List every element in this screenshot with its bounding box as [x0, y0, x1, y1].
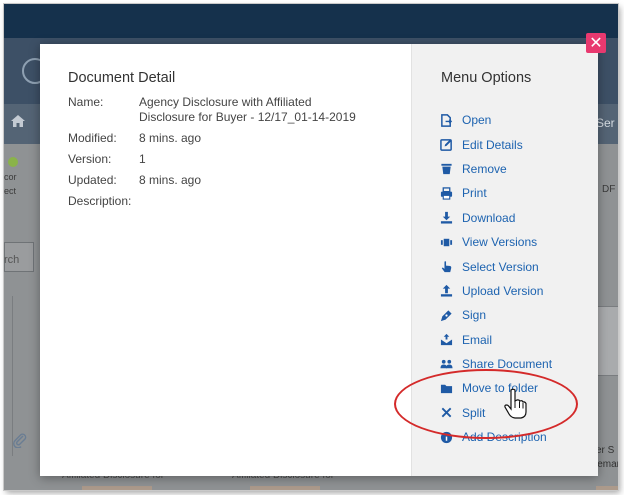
status-dot-icon	[8, 157, 18, 167]
detail-label: Modified:	[68, 131, 117, 145]
menu-item-label: Select Version	[462, 259, 539, 274]
document-detail-title: Document Detail	[68, 70, 176, 86]
detail-value: Agency Disclosure with Affiliated Disclo…	[139, 95, 356, 124]
menu-item-sign[interactable]: Sign	[439, 303, 552, 327]
upload-icon	[439, 284, 453, 298]
menu-item-label: Print	[462, 186, 487, 201]
pen-icon	[439, 308, 453, 322]
menu-item-label: Edit Details	[462, 137, 523, 152]
menu-item-label: Download	[462, 210, 516, 225]
detail-label: Description:	[68, 194, 132, 208]
menu-item-remove[interactable]: Remove	[439, 157, 552, 181]
nav-partial-text: Ser	[596, 116, 615, 130]
home-icon	[10, 114, 26, 133]
detail-label: Updated:	[68, 173, 117, 187]
menu-item-select-version[interactable]: Select Version	[439, 254, 552, 278]
menu-item-print[interactable]: Print	[439, 181, 552, 205]
versions-icon	[439, 235, 453, 249]
open-icon	[439, 113, 453, 127]
share-users-icon	[439, 357, 453, 371]
menu-item-label: View Versions	[462, 235, 538, 250]
detail-value: 8 mins. ago	[139, 131, 202, 145]
menu-item-upload-version[interactable]: Upload Version	[439, 279, 552, 303]
detail-value: 1	[139, 152, 146, 166]
detail-value: 8 mins. ago	[139, 173, 202, 187]
paperclip-icon	[12, 432, 28, 453]
menu-item-label: Sign	[462, 308, 487, 323]
app-window: Ser cor ect rch DF er S Demand Affiliate…	[4, 4, 618, 490]
document-card-link	[82, 486, 152, 490]
annotation-circle	[394, 369, 578, 439]
document-detail-panel: Document Detail Name: Agency Disclosure …	[68, 70, 398, 215]
menu-item-label: Email	[462, 332, 493, 347]
menu-item-label: Upload Version	[462, 283, 544, 298]
right-partial-text: er S	[596, 445, 615, 456]
detail-label: Name:	[68, 95, 104, 109]
download-icon	[439, 211, 453, 225]
side-partial-text: ect	[4, 186, 17, 196]
app-top-bar	[4, 4, 618, 38]
menu-item-view-versions[interactable]: View Versions	[439, 230, 552, 254]
print-icon	[439, 186, 453, 200]
side-partial-text: cor	[4, 172, 17, 182]
menu-item-download[interactable]: Download	[439, 206, 552, 230]
document-card-link	[250, 486, 320, 490]
hand-cursor-icon	[504, 388, 527, 419]
detail-row-name: Name: Agency Disclosure with Affiliated …	[68, 95, 398, 125]
email-icon	[439, 333, 453, 347]
trash-icon	[439, 162, 453, 176]
detail-row-updated: Updated: 8 mins. ago	[68, 173, 398, 188]
detail-value	[139, 194, 359, 209]
menu-item-edit-details[interactable]: Edit Details	[439, 132, 552, 156]
hand-pointer-icon	[439, 260, 453, 274]
detail-row-modified: Modified: 8 mins. ago	[68, 131, 398, 146]
side-partial-text: rch	[4, 254, 20, 266]
detail-row-version: Version: 1	[68, 152, 398, 167]
menu-item-label: Open	[462, 113, 492, 128]
edit-icon	[439, 138, 453, 152]
menu-item-open[interactable]: Open	[439, 108, 552, 132]
detail-label: Version:	[68, 152, 112, 166]
menu-item-label: Remove	[462, 161, 507, 176]
right-partial-text: DF	[602, 184, 616, 195]
close-icon[interactable]: ✕	[586, 33, 606, 53]
document-card-link	[596, 486, 618, 490]
menu-options-title: Menu Options	[441, 70, 532, 86]
detail-row-description: Description:	[68, 194, 398, 209]
menu-item-email[interactable]: Email	[439, 328, 552, 352]
